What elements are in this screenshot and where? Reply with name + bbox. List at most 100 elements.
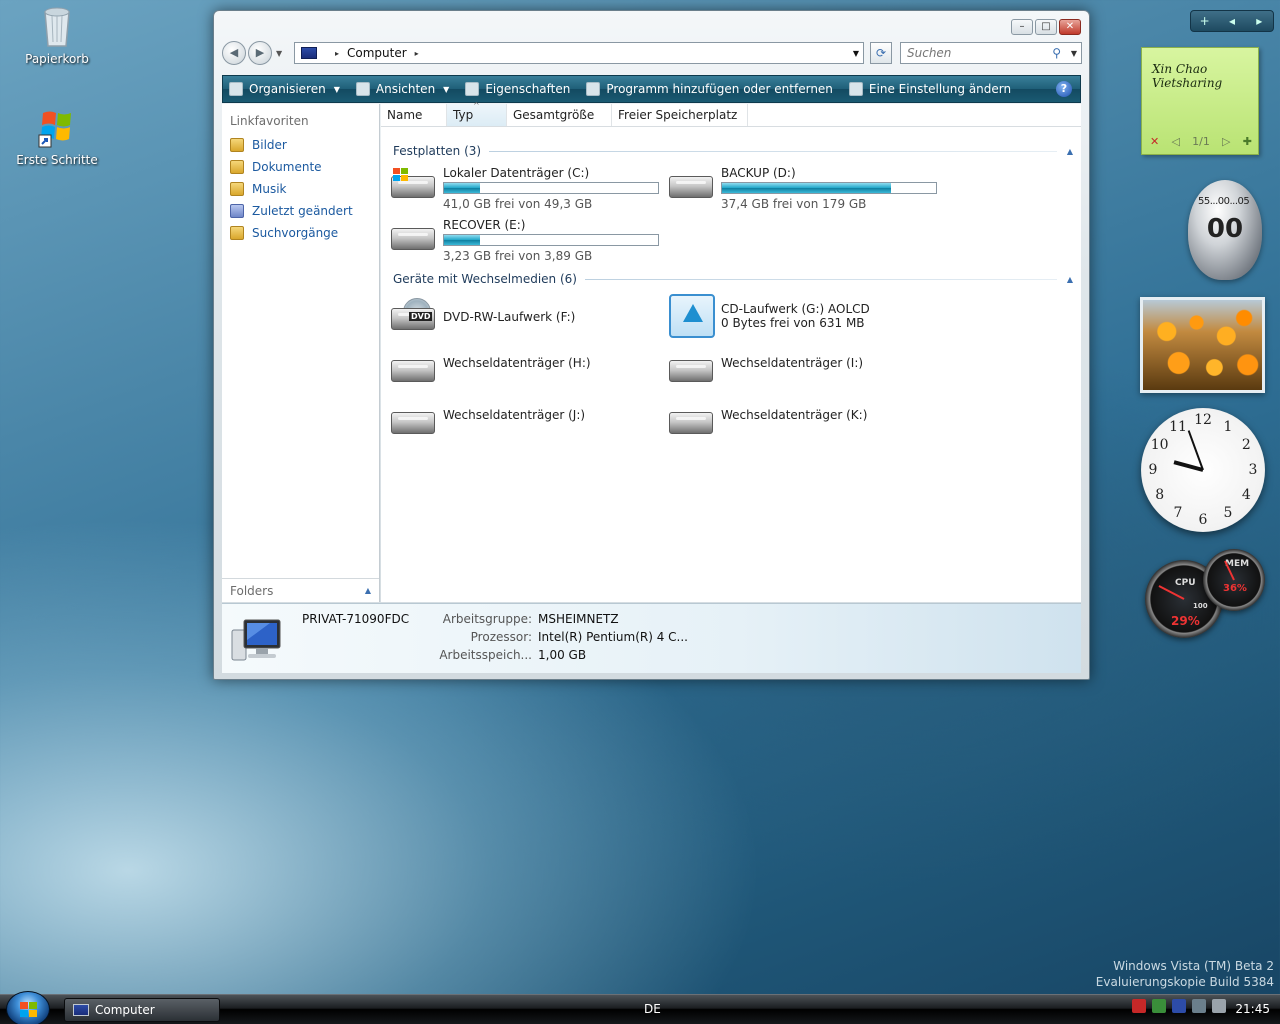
clock-number: 9 (1148, 462, 1158, 478)
favorite-link-recently-changed[interactable]: Zuletzt geändert (222, 200, 379, 222)
favorite-link-label: Zuletzt geändert (252, 204, 353, 218)
views-button[interactable]: Ansichten ▼ (355, 82, 449, 96)
organize-label: Organisieren (249, 82, 326, 96)
desktop-icon-recycle-bin[interactable]: Papierkorb (12, 2, 102, 66)
back-button[interactable]: ◀ (222, 41, 246, 65)
refresh-button[interactable]: ⟳ (870, 42, 892, 64)
folders-toggle[interactable]: Folders ▲ (222, 578, 379, 602)
drive-body (669, 412, 713, 434)
computer-name: PRIVAT-71090FDC (302, 612, 410, 626)
search-input[interactable]: Suchen ⚲ ▼ (900, 42, 1082, 64)
clock-gadget[interactable]: 12 1 2 3 4 5 6 7 8 9 10 11 (1141, 408, 1265, 532)
add-note-icon[interactable]: ✚ (1243, 135, 1252, 148)
column-headers: Name Typ Gesamtgröße Freier Speicherplat… (381, 101, 1081, 127)
delete-note-icon[interactable]: ✕ (1150, 135, 1159, 148)
memory-value: 1,00 GB (538, 648, 587, 662)
processor-label: Prozessor: (470, 630, 532, 644)
note-footer: ✕ ◁ 1/1 ▷ ✚ (1150, 135, 1252, 148)
change-setting-button[interactable]: Eine Einstellung ändern (848, 82, 1011, 96)
documents-folder-icon (230, 160, 244, 174)
drive-k[interactable]: Wechseldatenträger (K:) (667, 402, 867, 438)
address-bar[interactable]: ▸ Computer ▸ ▼ (294, 42, 864, 64)
notes-gadget[interactable]: Xin Chao Vietsharing ✕ ◁ 1/1 ▷ ✚ (1141, 47, 1259, 155)
taskbar-button-computer[interactable]: Computer (64, 998, 220, 1022)
previous-gadgets-button[interactable]: ◂ (1218, 14, 1245, 28)
collapse-icon[interactable]: ▲ (1067, 275, 1073, 284)
drive-free-space: 41,0 GB frei von 49,3 GB (443, 197, 593, 211)
memory-gauge: MEM 36% (1203, 549, 1265, 611)
address-dropdown-icon[interactable]: ▼ (853, 49, 859, 58)
clock-number: 1 (1223, 418, 1233, 435)
cpu-meter-gadget[interactable]: CPU 100 29% MEM 36% (1145, 545, 1275, 645)
security-shield-icon[interactable] (1132, 999, 1146, 1013)
drive-e[interactable]: RECOVER (E:) 3,23 GB frei von 3,89 GB (389, 218, 659, 263)
desktop-icon-getting-started[interactable]: Erste Schritte (12, 103, 102, 167)
favorite-link-documents[interactable]: Dokumente (222, 156, 379, 178)
windows-flag-icon (393, 168, 409, 182)
add-remove-label: Programm hinzufügen oder entfernen (606, 82, 833, 96)
favorite-link-pictures[interactable]: Bilder (222, 134, 379, 156)
add-gadget-button[interactable]: + (1191, 14, 1218, 28)
favorite-link-label: Suchvorgänge (252, 226, 339, 240)
tray-app-icon[interactable] (1152, 999, 1166, 1013)
drive-j[interactable]: Wechseldatenträger (J:) (389, 402, 585, 438)
drive-g[interactable]: CD-Laufwerk (G:) AOLCD 0 Bytes frei von … (667, 294, 870, 338)
dvd-logo-text: DVD (409, 312, 433, 321)
favorite-link-label: Dokumente (252, 160, 322, 174)
drive-c[interactable]: Lokaler Datenträger (C:) 41,0 GB frei vo… (389, 166, 659, 211)
column-header-type[interactable]: Typ (447, 101, 507, 126)
group-header-removable[interactable]: Geräte mit Wechselmedien (6) ▲ (393, 272, 1073, 286)
recycle-bin-icon (33, 2, 81, 50)
breadcrumb-computer[interactable]: Computer (347, 46, 407, 60)
volume-muted-icon[interactable] (1212, 999, 1226, 1013)
forward-button[interactable]: ▶ (248, 41, 272, 65)
drive-free-space: 0 Bytes frei von 631 MB (721, 316, 865, 330)
group-divider (584, 278, 1057, 280)
views-icon (355, 82, 370, 96)
drive-f[interactable]: DVD DVD-RW-Laufwerk (F:) (389, 298, 575, 334)
slideshow-gadget[interactable] (1140, 297, 1265, 393)
organize-button[interactable]: Organisieren ▼ (229, 82, 340, 96)
taskbar-clock[interactable]: 21:45 (1235, 1002, 1270, 1016)
help-icon[interactable]: ? (1056, 81, 1072, 97)
group-title: Geräte mit Wechselmedien (6) (393, 272, 577, 286)
drive-h[interactable]: Wechseldatenträger (H:) (389, 350, 591, 386)
recent-pages-dropdown[interactable]: ▼ (276, 49, 282, 58)
recent-folder-icon (230, 204, 244, 218)
clock-number: 7 (1173, 505, 1183, 522)
start-button[interactable] (6, 991, 50, 1024)
close-button[interactable]: ✕ (1059, 19, 1081, 35)
minimize-button[interactable]: – (1011, 19, 1033, 35)
memory-label: Arbeitsspeich... (439, 648, 532, 662)
search-icon[interactable]: ⚲ (1052, 46, 1061, 60)
properties-button[interactable]: Eigenschaften (465, 82, 570, 96)
drive-d[interactable]: BACKUP (D:) 37,4 GB frei von 179 GB (667, 166, 937, 211)
window-controls: – □ ✕ (1011, 19, 1081, 35)
navigation-bar: ◀ ▶ ▼ ▸ Computer ▸ ▼ ⟳ Suchen ⚲ ▼ (222, 41, 1082, 65)
usage-fill (722, 183, 892, 193)
maximize-button[interactable]: □ (1035, 19, 1057, 35)
searches-folder-icon (230, 226, 244, 240)
column-header-free-space[interactable]: Freier Speicherplatz (612, 104, 748, 126)
add-remove-programs-button[interactable]: Programm hinzufügen oder entfernen (586, 82, 833, 96)
display-icon[interactable] (1172, 999, 1186, 1013)
next-note-icon[interactable]: ▷ (1222, 135, 1230, 148)
favorite-link-searches[interactable]: Suchvorgänge (222, 222, 379, 244)
language-indicator[interactable]: DE (644, 1002, 661, 1016)
egg-timer-gadget[interactable]: 55...00...05 00 (1188, 180, 1262, 280)
note-pager: 1/1 (1192, 135, 1210, 148)
drive-i[interactable]: Wechseldatenträger (I:) (667, 350, 863, 386)
clock-number: 5 (1223, 505, 1233, 522)
breadcrumb-separator[interactable]: ▸ (335, 49, 339, 58)
group-header-hard-disks[interactable]: Festplatten (3) ▲ (393, 144, 1073, 158)
favorite-link-music[interactable]: Musik (222, 178, 379, 200)
search-dropdown-icon[interactable]: ▼ (1071, 49, 1077, 58)
pictures-folder-icon (230, 138, 244, 152)
column-header-total-size[interactable]: Gesamtgröße (507, 104, 612, 126)
column-header-name[interactable]: Name (381, 104, 447, 126)
previous-note-icon[interactable]: ◁ (1171, 135, 1179, 148)
next-gadgets-button[interactable]: ▸ (1246, 14, 1273, 28)
breadcrumb-separator[interactable]: ▸ (415, 49, 419, 58)
collapse-icon[interactable]: ▲ (1067, 147, 1073, 156)
network-icon[interactable] (1192, 999, 1206, 1013)
